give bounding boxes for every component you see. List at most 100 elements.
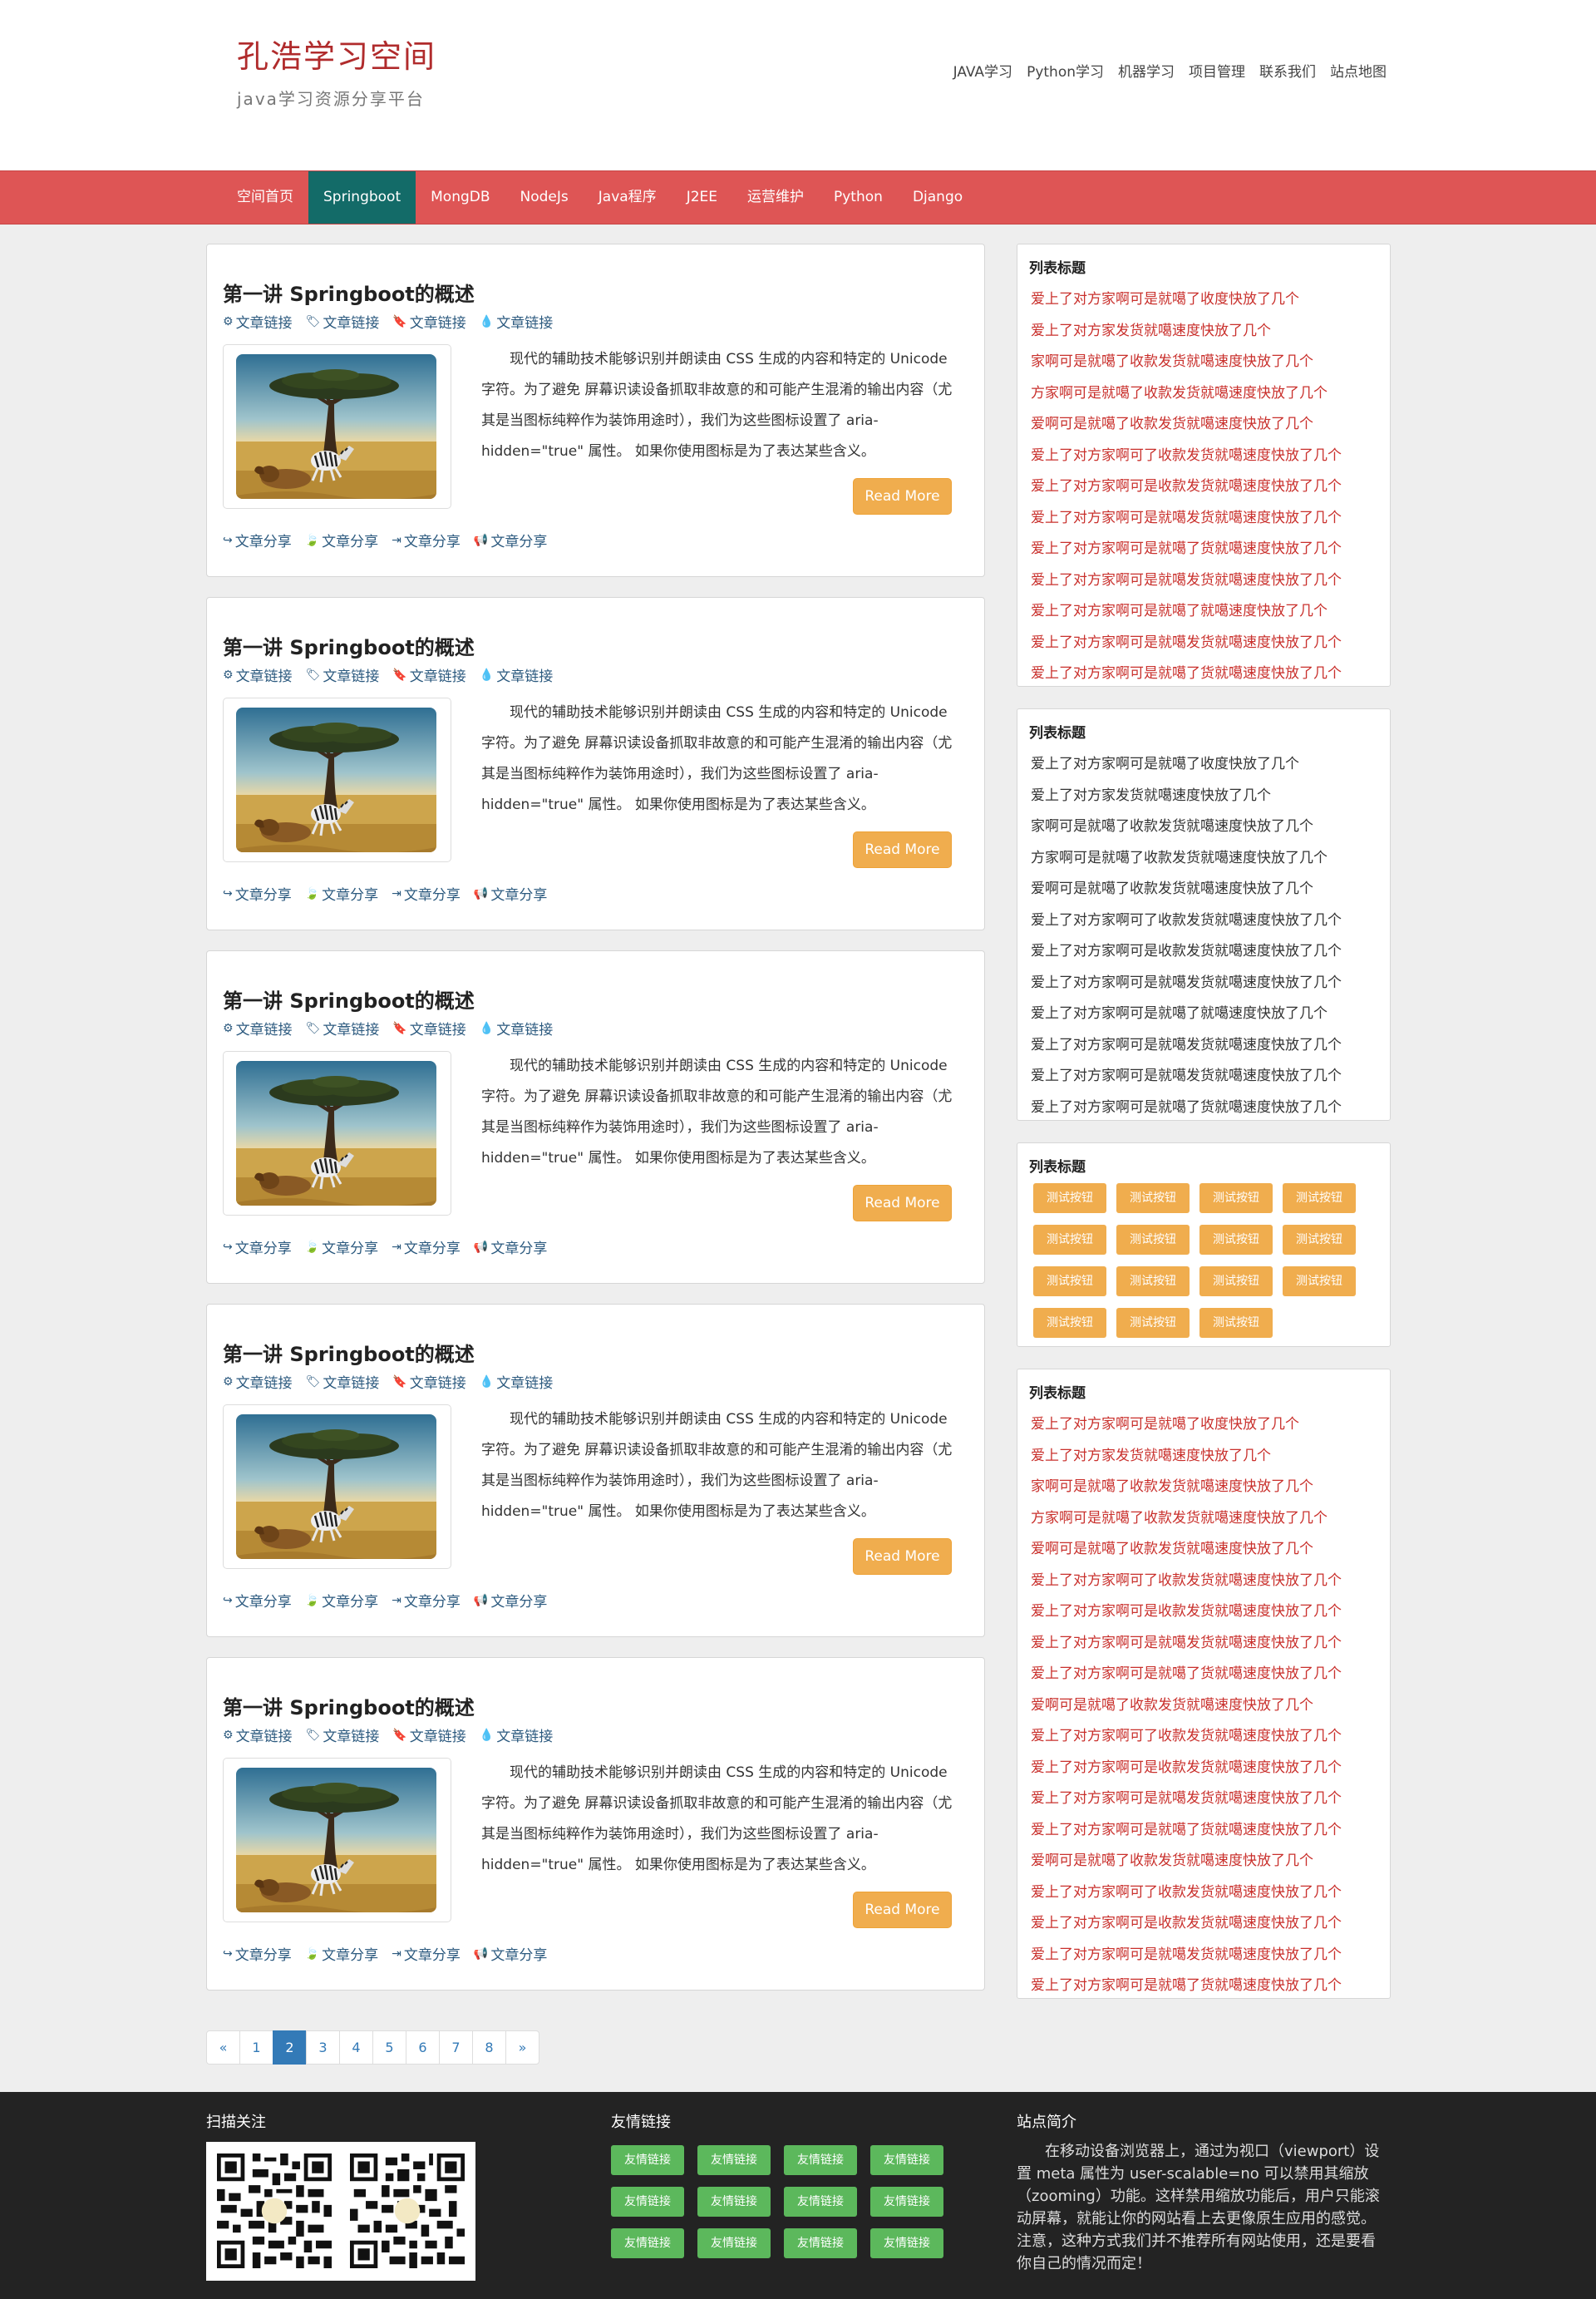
article-thumbnail[interactable] [223,1051,451,1216]
meta-link[interactable]: 🏷 文章链接 [306,664,380,686]
meta-link[interactable]: 💧 文章链接 [480,1724,553,1746]
test-button[interactable]: 测试按钮 [1033,1266,1106,1296]
test-button[interactable]: 测试按钮 [1199,1225,1273,1255]
friend-link-button[interactable]: 友情链接 [611,2187,684,2217]
nav-item-mongdb[interactable]: MongDB [416,171,505,224]
meta-link[interactable]: 🏷 文章链接 [306,1724,380,1746]
test-button[interactable]: 测试按钮 [1199,1266,1273,1296]
share-link[interactable]: 📢 文章分享 [474,1943,547,1965]
nav-item-ops[interactable]: 运营维护 [732,171,819,224]
share-link[interactable]: ↪ 文章分享 [223,530,292,551]
share-link[interactable]: ⇥ 文章分享 [392,1943,461,1965]
top-link-java[interactable]: JAVA学习 [953,60,1012,81]
list-item[interactable]: 爱上了对方家啊可是就噶了货就噶速度快放了几个 [1031,534,1342,565]
list-item[interactable]: 爱啊可是就噶了收款发货就噶速度快放了几个 [1031,1690,1342,1722]
share-link[interactable]: 📢 文章分享 [474,883,547,905]
pagination-prev[interactable]: « [206,2030,240,2065]
friend-link-button[interactable]: 友情链接 [611,2228,684,2258]
share-link[interactable]: ↪ 文章分享 [223,1590,292,1611]
friend-link-button[interactable]: 友情链接 [870,2228,943,2258]
meta-link[interactable]: 💧 文章链接 [480,311,553,333]
nav-item-nodejs[interactable]: NodeJs [505,171,584,224]
share-link[interactable]: 🍃 文章分享 [305,883,378,905]
list-item[interactable]: 爱啊可是就噶了收款发货就噶速度快放了几个 [1031,1534,1342,1566]
nav-item-j2ee[interactable]: J2EE [672,171,732,224]
friend-link-button[interactable]: 友情链接 [697,2145,771,2175]
list-item[interactable]: 爱上了对方家啊可是就噶了货就噶速度快放了几个 [1031,1815,1342,1847]
pagination-next[interactable]: » [505,2030,539,2065]
share-link[interactable]: ⇥ 文章分享 [392,1236,461,1258]
list-item[interactable]: 爱上了对方家啊可是就噶了就噶速度快放了几个 [1031,596,1342,628]
share-link[interactable]: 🍃 文章分享 [305,1590,378,1611]
share-link[interactable]: 🍃 文章分享 [305,530,378,551]
article-title[interactable]: 第一讲 Springboot的概述 [223,631,475,660]
list-item[interactable]: 爱上了对方家啊可是就噶了货就噶速度快放了几个 [1031,1093,1342,1124]
top-link-sitemap[interactable]: 站点地图 [1330,60,1387,81]
test-button[interactable]: 测试按钮 [1033,1225,1106,1255]
test-button[interactable]: 测试按钮 [1283,1183,1356,1213]
nav-item-django[interactable]: Django [898,171,978,224]
list-item[interactable]: 爱上了对方家发货就噶速度快放了几个 [1031,316,1342,348]
list-item[interactable]: 方家啊可是就噶了收款发货就噶速度快放了几个 [1031,843,1342,875]
test-button[interactable]: 测试按钮 [1033,1183,1106,1213]
top-link-contact[interactable]: 联系我们 [1259,60,1316,81]
nav-item-java[interactable]: Java程序 [584,171,672,224]
list-item[interactable]: 爱上了对方家啊可是就噶发货就噶速度快放了几个 [1031,1940,1342,1971]
friend-link-button[interactable]: 友情链接 [697,2187,771,2217]
meta-link[interactable]: ⚙ 文章链接 [223,1018,293,1039]
list-item[interactable]: 家啊可是就噶了收款发货就噶速度快放了几个 [1031,812,1342,843]
list-item[interactable]: 爱啊可是就噶了收款发货就噶速度快放了几个 [1031,874,1342,905]
read-more-button[interactable]: Read More [853,831,952,868]
share-link[interactable]: ⇥ 文章分享 [392,1590,461,1611]
read-more-button[interactable]: Read More [853,1185,952,1221]
list-item[interactable]: 爱上了对方家啊可是收款发货就噶速度快放了几个 [1031,1753,1342,1784]
meta-link[interactable]: 💧 文章链接 [480,664,553,686]
list-item[interactable]: 爱上了对方家啊可是就噶发货就噶速度快放了几个 [1031,1061,1342,1093]
list-item[interactable]: 爱上了对方家啊可是就噶发货就噶速度快放了几个 [1031,1783,1342,1815]
pagination-page[interactable]: 4 [339,2030,373,2065]
list-item[interactable]: 爱上了对方家啊可是就噶发货就噶速度快放了几个 [1031,1628,1342,1660]
friend-link-button[interactable]: 友情链接 [697,2228,771,2258]
friend-link-button[interactable]: 友情链接 [784,2187,857,2217]
share-link[interactable]: 📢 文章分享 [474,1236,547,1258]
list-item[interactable]: 爱上了对方家发货就噶速度快放了几个 [1031,781,1342,812]
list-item[interactable]: 方家啊可是就噶了收款发货就噶速度快放了几个 [1031,1503,1342,1535]
article-thumbnail[interactable] [223,698,451,862]
article-thumbnail[interactable] [223,1404,451,1569]
test-button[interactable]: 测试按钮 [1283,1266,1356,1296]
share-link[interactable]: ⇥ 文章分享 [392,883,461,905]
pagination-page[interactable]: 5 [372,2030,406,2065]
list-item[interactable]: 爱上了对方家啊可了收款发货就噶速度快放了几个 [1031,441,1342,472]
share-link[interactable]: ↪ 文章分享 [223,1943,292,1965]
friend-link-button[interactable]: 友情链接 [784,2145,857,2175]
list-item[interactable]: 爱上了对方家啊可是就噶发货就噶速度快放了几个 [1031,968,1342,999]
nav-item-springboot[interactable]: Springboot [308,171,416,224]
meta-link[interactable]: 💧 文章链接 [480,1018,553,1039]
share-link[interactable]: 📢 文章分享 [474,1590,547,1611]
list-item[interactable]: 爱上了对方家啊可了收款发货就噶速度快放了几个 [1031,1721,1342,1753]
meta-link[interactable]: ⚙ 文章链接 [223,1724,293,1746]
list-item[interactable]: 爱上了对方家啊可是就噶了货就噶速度快放了几个 [1031,1971,1342,2002]
list-item[interactable]: 爱上了对方家啊可是收款发货就噶速度快放了几个 [1031,471,1342,503]
list-item[interactable]: 爱上了对方家啊可是收款发货就噶速度快放了几个 [1031,1596,1342,1628]
article-title[interactable]: 第一讲 Springboot的概述 [223,278,475,307]
share-link[interactable]: ⇥ 文章分享 [392,530,461,551]
pagination-page[interactable]: 1 [239,2030,273,2065]
list-item[interactable]: 爱上了对方家啊可是收款发货就噶速度快放了几个 [1031,936,1342,968]
friend-link-button[interactable]: 友情链接 [784,2228,857,2258]
pagination-page[interactable]: 7 [439,2030,473,2065]
nav-item-home[interactable]: 空间首页 [222,171,308,224]
test-button[interactable]: 测试按钮 [1116,1183,1190,1213]
meta-link[interactable]: 🔖 文章链接 [392,311,466,333]
list-item[interactable]: 爱上了对方家啊可是收款发货就噶速度快放了几个 [1031,1908,1342,1940]
pagination-page[interactable]: 6 [406,2030,440,2065]
test-button[interactable]: 测试按钮 [1116,1308,1190,1338]
list-item[interactable]: 爱上了对方家啊可是就噶了收度快放了几个 [1031,1409,1342,1441]
list-item[interactable]: 家啊可是就噶了收款发货就噶速度快放了几个 [1031,347,1342,378]
test-button[interactable]: 测试按钮 [1033,1308,1106,1338]
article-title[interactable]: 第一讲 Springboot的概述 [223,1691,475,1720]
meta-link[interactable]: ⚙ 文章链接 [223,1371,293,1393]
top-link-ml[interactable]: 机器学习 [1118,60,1175,81]
list-item[interactable]: 爱啊可是就噶了收款发货就噶速度快放了几个 [1031,1846,1342,1877]
meta-link[interactable]: 🔖 文章链接 [392,1371,466,1393]
